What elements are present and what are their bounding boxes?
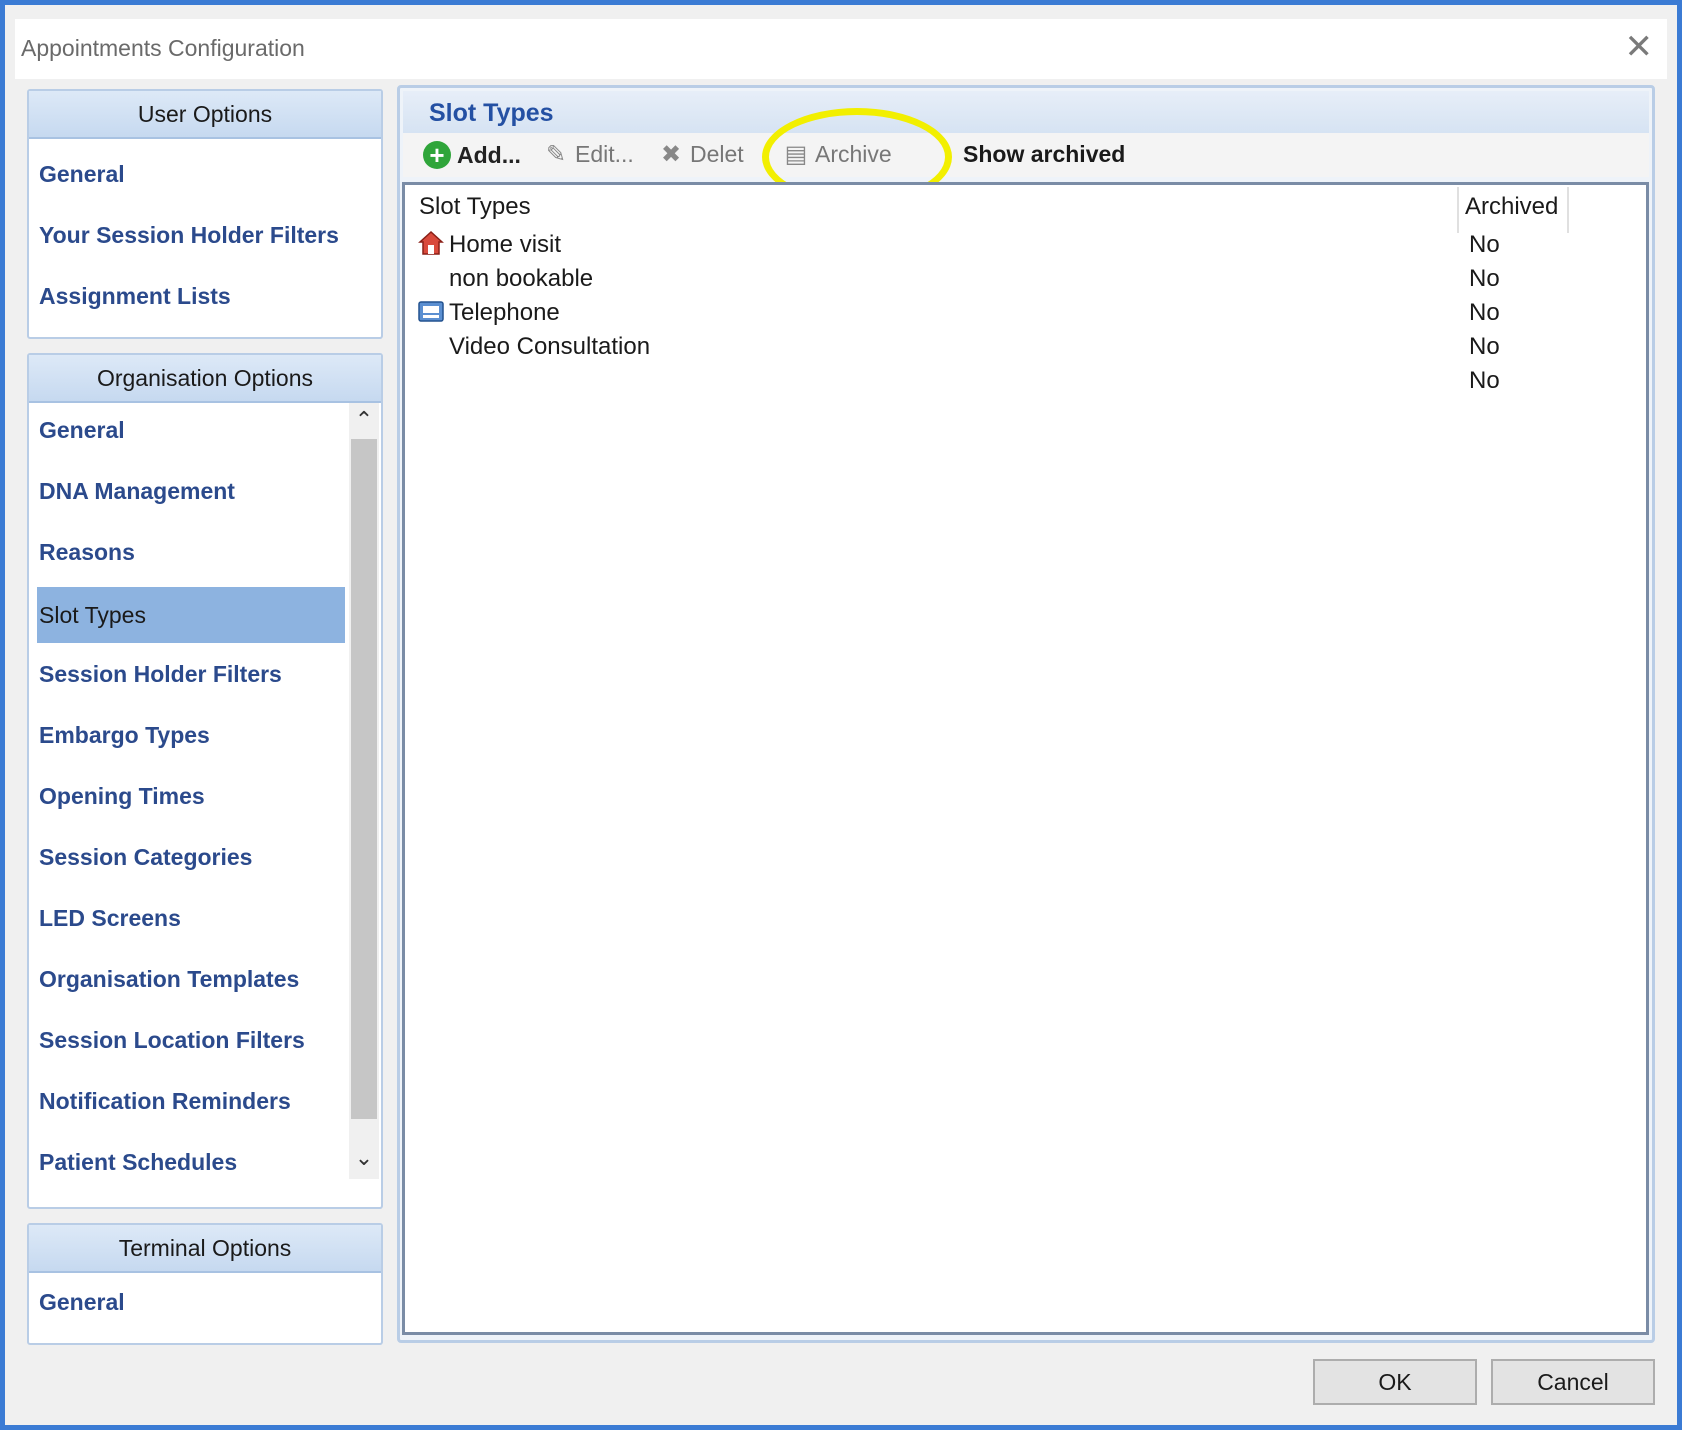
org-item-reasons[interactable]: Reasons xyxy=(39,539,135,566)
edit-button[interactable]: ✎ Edit... xyxy=(543,141,634,168)
add-label: Add... xyxy=(457,141,521,168)
slot-type-name: Home visit xyxy=(449,231,562,258)
org-item-general[interactable]: General xyxy=(39,417,125,444)
user-options-header: User Options xyxy=(29,91,381,139)
archive-button[interactable]: ▤ Archive xyxy=(783,141,892,168)
pencil-icon: ✎ xyxy=(545,140,567,168)
show-archived-label: Show archived xyxy=(963,141,1126,167)
org-item-session-holder-filters[interactable]: Session Holder Filters xyxy=(39,661,282,688)
user-item-session-holder-filters[interactable]: Your Session Holder Filters xyxy=(39,222,339,249)
org-item-embargo-types[interactable]: Embargo Types xyxy=(39,722,210,749)
telephone-icon xyxy=(418,301,444,322)
content-title: Slot Types xyxy=(429,99,554,127)
terminal-options-header: Terminal Options xyxy=(29,1225,381,1273)
title-bar: Appointments Configuration ✕ xyxy=(15,19,1667,79)
user-item-general[interactable]: General xyxy=(39,161,125,188)
archive-label: Archive xyxy=(815,141,892,167)
column-separator xyxy=(1567,187,1569,233)
user-options-panel: User Options General Your Session Holder… xyxy=(27,89,383,339)
user-item-assignment-lists[interactable]: Assignment Lists xyxy=(39,283,231,310)
archive-icon: ▤ xyxy=(784,140,808,168)
delete-icon: ✖ xyxy=(660,140,682,168)
scroll-down-icon[interactable]: ⌄ xyxy=(349,1141,379,1175)
terminal-options-panel: Terminal Options General xyxy=(27,1223,383,1345)
org-item-opening-times[interactable]: Opening Times xyxy=(39,783,205,810)
org-item-notification-reminders[interactable]: Notification Reminders xyxy=(39,1088,291,1115)
home-visit-icon xyxy=(418,230,444,255)
org-item-led-screens[interactable]: LED Screens xyxy=(39,905,181,932)
slot-type-archived: No xyxy=(1469,231,1500,258)
slot-type-name: Telephone xyxy=(449,299,560,326)
add-button[interactable]: + Add... xyxy=(423,141,521,169)
terminal-item-general[interactable]: General xyxy=(39,1289,125,1316)
column-header-slot-types[interactable]: Slot Types xyxy=(419,193,531,221)
slot-types-grid: Slot Types Archived Home visit No non bo… xyxy=(402,182,1649,1335)
ok-button[interactable]: OK xyxy=(1313,1359,1477,1405)
slot-type-archived: No xyxy=(1469,333,1500,360)
column-separator xyxy=(1457,187,1459,233)
edit-label: Edit... xyxy=(575,141,634,167)
delete-label: Delet xyxy=(690,141,744,167)
org-item-session-location-filters[interactable]: Session Location Filters xyxy=(39,1027,305,1054)
slot-type-name: non bookable xyxy=(449,265,594,292)
window-title: Appointments Configuration xyxy=(21,35,305,61)
slot-type-archived: No xyxy=(1469,367,1500,394)
show-archived-toggle[interactable]: Show archived xyxy=(963,141,1125,168)
close-icon[interactable]: ✕ xyxy=(1625,27,1654,67)
slot-type-archived: No xyxy=(1469,265,1500,292)
cancel-button[interactable]: Cancel xyxy=(1491,1359,1655,1405)
org-item-slot-types[interactable]: Slot Types xyxy=(37,587,345,643)
org-item-organisation-templates[interactable]: Organisation Templates xyxy=(39,966,299,993)
column-header-archived[interactable]: Archived xyxy=(1465,193,1558,221)
organisation-options-panel: Organisation Options General DNA Managem… xyxy=(27,353,383,1209)
dialog-window: Appointments Configuration ✕ User Option… xyxy=(0,0,1682,1430)
org-item-dna-management[interactable]: DNA Management xyxy=(39,478,235,505)
org-item-session-categories[interactable]: Session Categories xyxy=(39,844,252,871)
organisation-options-header: Organisation Options xyxy=(29,355,381,403)
content-header: Slot Types xyxy=(403,91,1649,133)
toolbar: + Add... ✎ Edit... ✖ Delet ▤ Archive Sho… xyxy=(403,133,1649,177)
add-icon: + xyxy=(423,141,451,169)
org-item-patient-schedules[interactable]: Patient Schedules xyxy=(39,1149,237,1176)
delete-button[interactable]: ✖ Delet xyxy=(658,141,744,168)
scroll-up-icon[interactable]: ⌃ xyxy=(349,403,379,437)
slot-type-name: Video Consultation xyxy=(449,333,651,360)
org-scrollbar-thumb[interactable] xyxy=(351,439,377,1119)
slot-type-archived: No xyxy=(1469,299,1500,326)
